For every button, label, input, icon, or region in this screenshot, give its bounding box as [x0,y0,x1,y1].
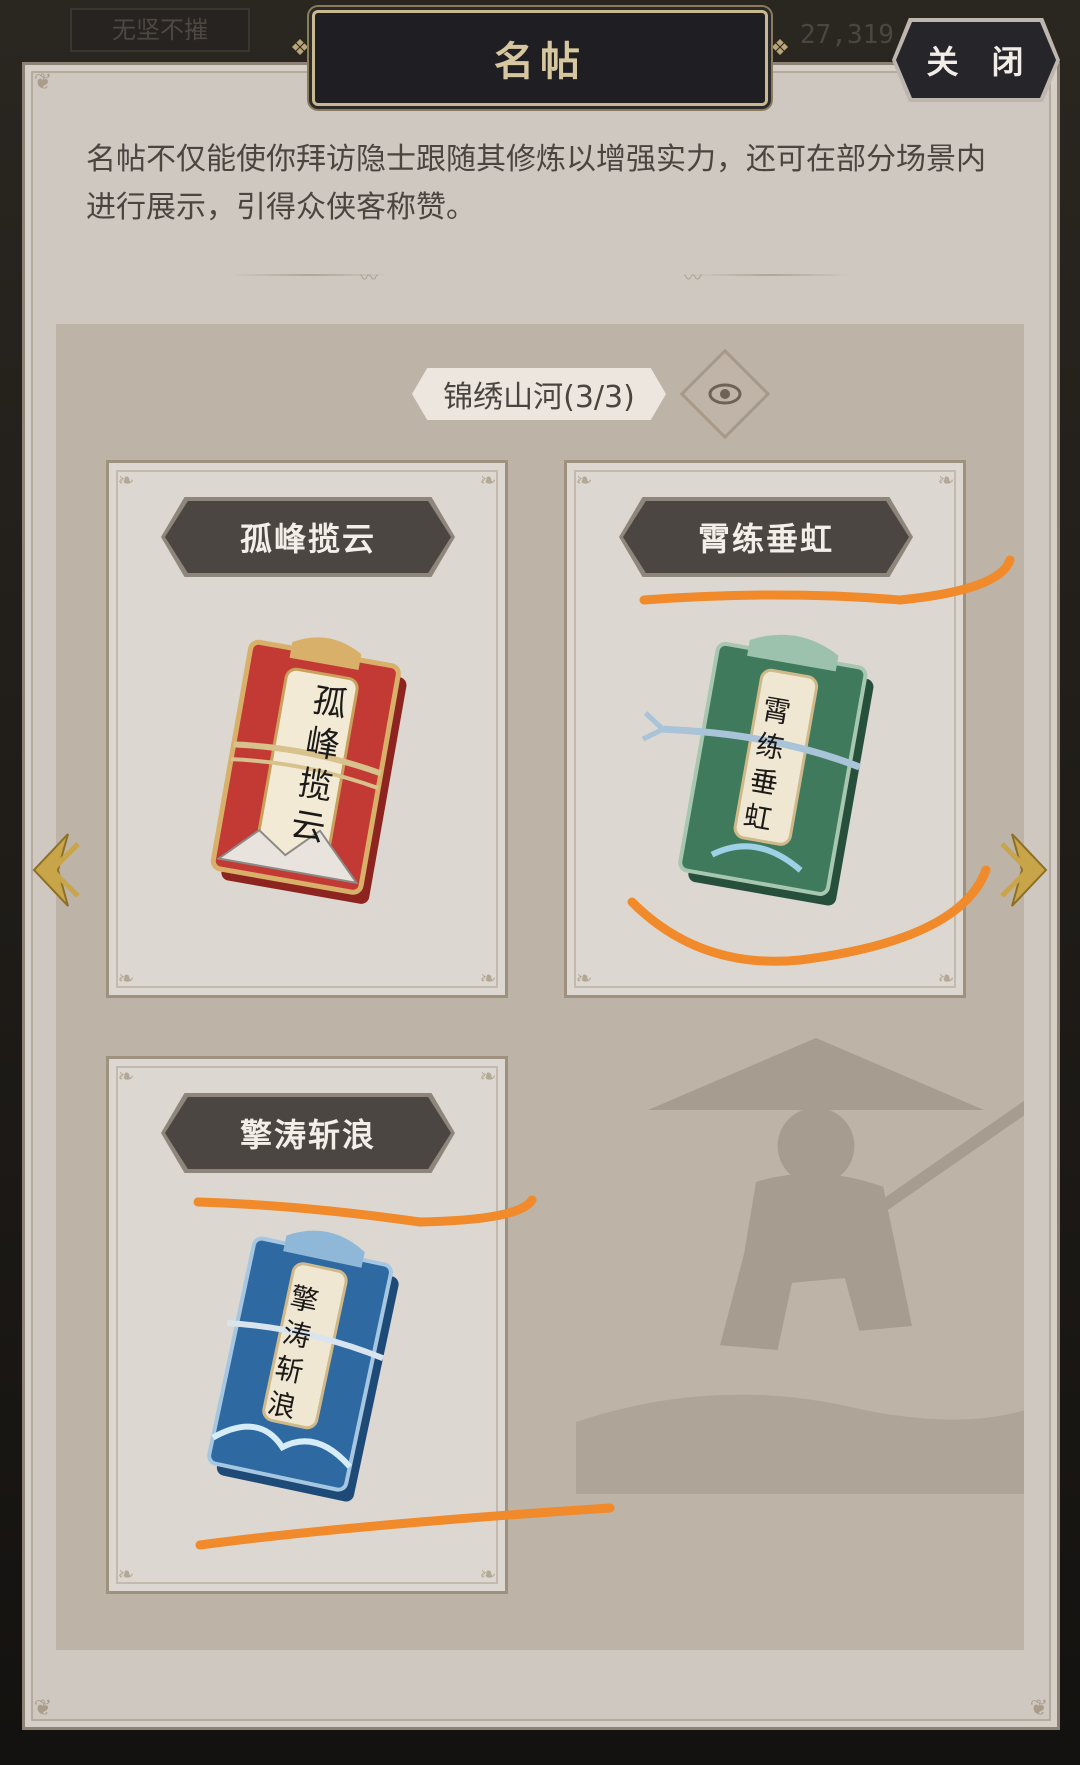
card-corner-ornament: ❧ [479,966,497,990]
background-nickname-plate: 无坚不摧 [70,8,250,52]
card-art-char: 浪 [264,1386,300,1425]
set-name-label: 锦绣山河(3/3) [412,368,666,420]
fisherman-silhouette-image [576,1038,1024,1494]
card-corner-ornament: ❧ [117,1064,135,1088]
card-corner-ornament: ❧ [117,1562,135,1586]
corner-ornament: ❦ [1029,1696,1049,1721]
background-count: 27,319 [800,20,894,50]
card-art-char: 云 [287,804,329,850]
eye-icon [708,383,742,405]
card-corner-ornament: ❧ [117,966,135,990]
card-art-char: 揽 [295,763,336,809]
card-art-char: 霄 [759,692,794,731]
chevron-right-icon[interactable] [1000,830,1052,910]
card-title: 擎涛斩浪 [165,1097,451,1169]
card-corner-ornament: ❧ [479,468,497,492]
chevron-left-icon[interactable] [28,830,80,910]
card-corner-ornament: ❧ [575,468,593,492]
card-corner-ornament: ❧ [117,468,135,492]
card-qingtao[interactable]: ❧ ❧ ❧ ❧ 擎涛斩浪 擎 涛 斩 浪 [106,1056,508,1594]
close-button-label: 关 闭 [926,44,1036,80]
card-art-char: 擎 [287,1280,322,1319]
card-title: 霄练垂虹 [623,501,909,573]
corner-ornament: ❦ [33,70,53,95]
card-art-char: 垂 [747,763,781,801]
divider-ornament: 〰 [684,268,702,289]
card-art-char: 斩 [272,1351,307,1390]
background-nickname: 无坚不摧 [112,16,208,44]
close-button[interactable]: 关 闭 [896,22,1056,98]
card-art-char: 峰 [302,721,343,767]
title-plate: 名帖 [312,10,768,106]
card-corner-ornament: ❧ [479,1064,497,1088]
card-art-char: 涛 [279,1315,314,1354]
divider-ornament: 〰 [360,268,378,289]
card-art-char: 练 [753,728,787,766]
divider-right [690,274,850,276]
card-corner-ornament: ❧ [937,966,955,990]
card-corner-ornament: ❧ [937,468,955,492]
page-title: 名帖 [494,39,586,85]
card-gufeng[interactable]: ❧ ❧ ❧ ❧ 孤峰揽云 孤 峰 揽 云 [106,460,508,998]
card-art-char: 孤 [309,680,351,726]
card-art-char: 虹 [741,799,775,837]
card-xiaolian[interactable]: ❧ ❧ ❧ ❧ 霄练垂虹 霄 练 垂 虹 [564,460,966,998]
card-title: 孤峰揽云 [165,501,451,573]
corner-ornament: ❦ [33,1696,53,1721]
card-corner-ornament: ❧ [479,1562,497,1586]
description-text: 名帖不仅能使你拜访隐士跟随其修炼以增强实力，还可在部分场景内进行展示，引得众侠客… [86,142,986,225]
card-corner-ornament: ❧ [575,966,593,990]
